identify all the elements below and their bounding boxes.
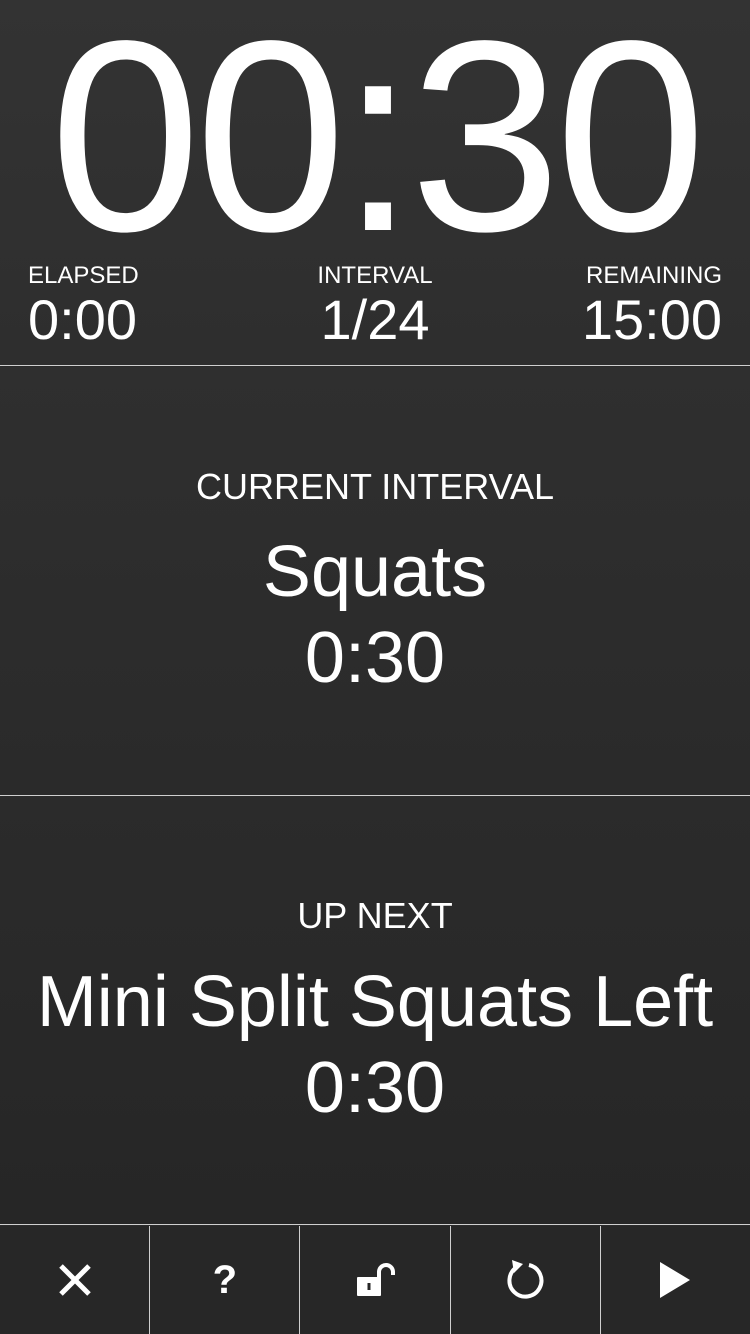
interval-value: 1/24	[320, 288, 430, 351]
up-next-label: UP NEXT	[297, 895, 453, 936]
close-button[interactable]	[0, 1226, 151, 1334]
elapsed-value: 0:00	[28, 288, 137, 351]
up-next-panel: UP NEXT Mini Split Squats Left 0:30	[0, 797, 750, 1225]
interval-stat: INTERVAL 1/24	[275, 262, 475, 350]
main-countdown-clock: 00:30	[49, 0, 707, 288]
play-icon	[660, 1262, 691, 1298]
close-icon	[58, 1264, 91, 1296]
elapsed-stat: ELAPSED 0:00	[28, 262, 139, 350]
remaining-label: REMAINING	[585, 262, 722, 289]
next-exercise-time: 0:30	[304, 1048, 446, 1128]
bottom-toolbar: ?	[0, 1226, 750, 1334]
help-button[interactable]: ?	[150, 1226, 301, 1334]
restart-icon	[507, 1260, 544, 1299]
help-icon: ?	[212, 1258, 238, 1302]
unlock-icon	[357, 1263, 395, 1296]
current-interval-label: CURRENT INTERVAL	[195, 466, 555, 507]
remaining-value: 15:00	[581, 288, 722, 351]
current-interval-panel: CURRENT INTERVAL Squats 0:30	[0, 367, 750, 796]
elapsed-label: ELAPSED	[28, 262, 139, 289]
timer-panel: 00:30 ELAPSED 0:00 INTERVAL 1/24 REMAINI…	[0, 0, 750, 366]
interval-label: INTERVAL	[317, 262, 433, 289]
lock-button[interactable]	[300, 1226, 451, 1334]
next-exercise-name: Mini Split Squats Left	[36, 962, 714, 1042]
current-exercise-name: Squats	[262, 532, 488, 612]
play-button[interactable]	[601, 1226, 750, 1334]
current-exercise-time: 0:30	[304, 618, 446, 698]
remaining-stat: REMAINING 15:00	[582, 262, 722, 350]
restart-button[interactable]	[451, 1226, 601, 1334]
